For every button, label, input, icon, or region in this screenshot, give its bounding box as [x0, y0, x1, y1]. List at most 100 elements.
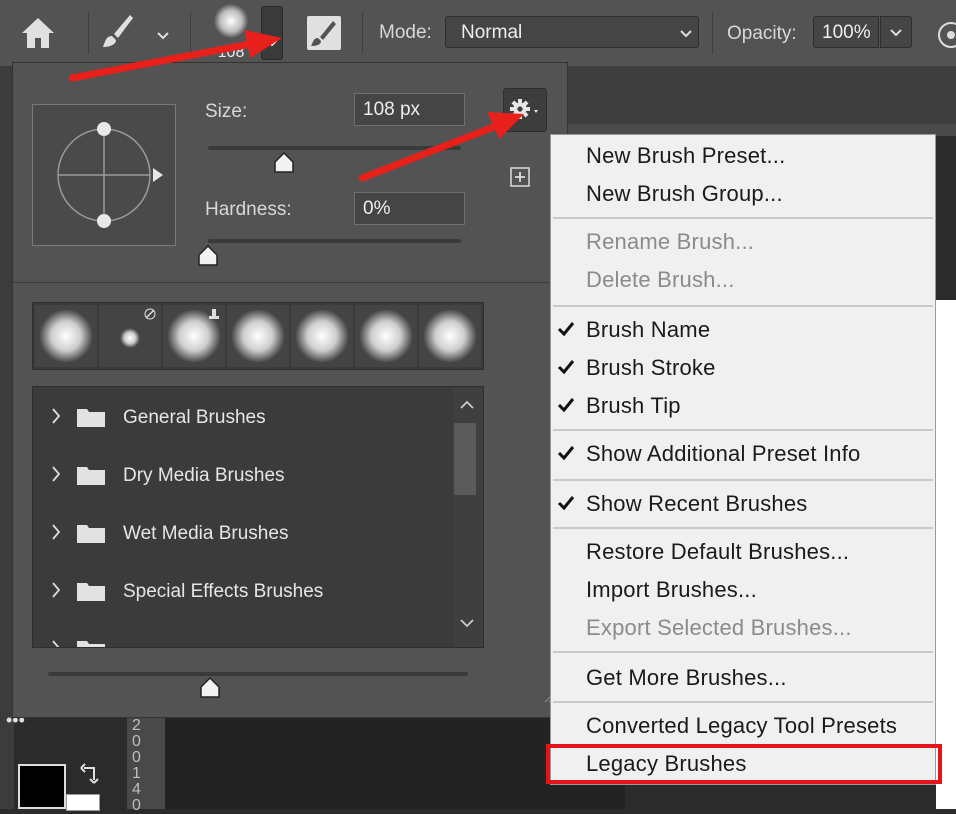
- brush-group-name: Dry Media Brushes: [123, 465, 285, 486]
- menu-item-brush-tip[interactable]: Brush Tip: [551, 387, 935, 425]
- home-icon[interactable]: [20, 16, 56, 50]
- pen-pressure-badge-icon: [144, 308, 156, 320]
- menu-item-restore-default-brushes[interactable]: Restore Default Brushes...: [551, 533, 935, 571]
- expand-chevron-icon[interactable]: [51, 407, 61, 425]
- brush-group-name: Special Effects Brushes: [123, 581, 324, 602]
- canvas[interactable]: [936, 300, 956, 809]
- recent-brush-slot[interactable]: [419, 305, 481, 367]
- left-ruler-numbers: 200140: [132, 717, 141, 814]
- swap-colors-icon[interactable]: [80, 762, 102, 784]
- brush-preset-list: General Brushes Dry Media Brushes Wet Me…: [32, 386, 484, 648]
- toolbar-divider: [190, 12, 191, 54]
- checkmark-icon: [557, 446, 575, 461]
- brush-preview-size: 108: [217, 44, 245, 61]
- menu-separator: [553, 479, 933, 481]
- menu-separator: [553, 701, 933, 703]
- chevron-down-icon: [266, 39, 278, 47]
- menu-item-new-brush-group[interactable]: New Brush Group...: [551, 175, 935, 213]
- menu-item-get-more-brushes[interactable]: Get More Brushes...: [551, 659, 935, 697]
- brush-tool-icon[interactable]: [100, 12, 136, 52]
- hardness-slider[interactable]: [208, 239, 461, 243]
- menu-item-show-recent-brushes[interactable]: Show Recent Brushes: [551, 485, 935, 523]
- folder-icon: [77, 409, 105, 427]
- recent-brush-slot[interactable]: [291, 305, 353, 367]
- size-slider[interactable]: [208, 146, 461, 150]
- brush-picker-settings-button[interactable]: [503, 88, 547, 132]
- brush-tip-shape-icon: [57, 122, 163, 228]
- brush-settings-panel-icon[interactable]: [306, 15, 342, 51]
- document-tab-bar: [568, 66, 956, 124]
- menu-item-export-selected-brushes: Export Selected Brushes...: [586, 615, 852, 640]
- hardness-slider-thumb[interactable]: [198, 245, 218, 267]
- list-scrollbar-thumb[interactable]: [454, 423, 476, 495]
- brush-group-name: Wet Media Brushes: [123, 523, 289, 544]
- folder-icon: [77, 583, 105, 601]
- pressure-opacity-icon[interactable]: [936, 20, 956, 50]
- expand-chevron-icon[interactable]: [51, 465, 61, 483]
- gear-icon: [510, 99, 538, 119]
- brush-group-row-partial[interactable]: [33, 619, 451, 648]
- scroll-up-icon[interactable]: [459, 399, 475, 411]
- opacity-dropdown-button[interactable]: [880, 16, 912, 48]
- hardness-label: Hardness:: [205, 199, 292, 220]
- foreground-color-swatch[interactable]: [18, 764, 66, 809]
- brush-preset-picker: Size: 108 px Hardness: 0% General Brushe…: [12, 62, 568, 718]
- mode-label: Mode:: [379, 22, 432, 43]
- picker-divider: [13, 282, 567, 283]
- new-preset-icon[interactable]: [510, 167, 530, 187]
- menu-item-brush-stroke[interactable]: Brush Stroke: [551, 349, 935, 387]
- stamp-badge-icon: [209, 309, 219, 319]
- brush-angle-roundness-preview[interactable]: [32, 104, 176, 246]
- opacity-input[interactable]: 100%: [813, 16, 879, 48]
- checkmark-icon: [557, 360, 575, 375]
- preview-size-slider[interactable]: [48, 672, 468, 676]
- size-label: Size:: [205, 101, 248, 122]
- size-slider-thumb[interactable]: [274, 152, 294, 174]
- expand-chevron-icon[interactable]: [51, 581, 61, 599]
- checkmark-icon: [557, 496, 575, 511]
- recent-brush-slot[interactable]: [35, 305, 97, 367]
- menu-item-delete-brush: Delete Brush...: [586, 267, 735, 292]
- menu-item-import-brushes[interactable]: Import Brushes...: [551, 571, 935, 609]
- hardness-input[interactable]: 0%: [354, 192, 465, 225]
- menu-item-converted-legacy-tool-presets[interactable]: Converted Legacy Tool Presets: [551, 707, 935, 745]
- toolbar-divider: [362, 12, 363, 54]
- brush-picker-toggle-button[interactable]: [261, 6, 283, 60]
- menu-item-brush-name[interactable]: Brush Name: [551, 311, 935, 349]
- menu-item-new-brush-preset[interactable]: New Brush Preset...: [551, 137, 935, 175]
- scroll-down-icon[interactable]: [459, 617, 475, 629]
- brush-group-row[interactable]: Special Effects Brushes: [33, 561, 451, 619]
- brush-group-row[interactable]: Dry Media Brushes: [33, 445, 451, 503]
- menu-separator: [553, 651, 933, 653]
- brush-group-row[interactable]: General Brushes: [33, 387, 451, 445]
- expand-chevron-icon[interactable]: [51, 639, 61, 648]
- blend-mode-select[interactable]: Normal: [445, 16, 699, 48]
- checkmark-icon: [557, 322, 575, 337]
- tool-preset-chevron-down-icon[interactable]: [155, 28, 171, 44]
- menu-separator: [553, 217, 933, 219]
- menu-separator: [553, 527, 933, 529]
- toolbar-divider: [712, 12, 713, 54]
- checkmark-icon: [557, 398, 575, 413]
- recent-brushes-strip: [32, 302, 484, 370]
- menu-item-show-additional-preset-info[interactable]: Show Additional Preset Info: [551, 435, 935, 473]
- legacy-brushes-highlight: [546, 744, 942, 784]
- menu-separator: [553, 305, 933, 307]
- recent-brush-slot[interactable]: [163, 305, 225, 367]
- options-bar: 108 Mode: Normal Opacity: 100%: [0, 0, 956, 66]
- brush-tip-preview[interactable]: [214, 4, 248, 38]
- brush-picker-flyout-menu: New Brush Preset... New Brush Group... R…: [550, 134, 936, 785]
- expand-chevron-icon[interactable]: [51, 523, 61, 541]
- background-color-swatch[interactable]: [66, 794, 100, 811]
- folder-icon: [77, 525, 105, 543]
- folder-icon: [77, 467, 105, 485]
- recent-brush-slot[interactable]: [227, 305, 289, 367]
- recent-brush-slot[interactable]: [99, 305, 161, 367]
- brush-group-row[interactable]: Wet Media Brushes: [33, 503, 451, 561]
- preview-size-slider-thumb[interactable]: [200, 677, 220, 699]
- toolbar-divider: [88, 12, 89, 54]
- recent-brush-slot[interactable]: [355, 305, 417, 367]
- blend-mode-value: Normal: [461, 22, 523, 43]
- brush-group-name: General Brushes: [123, 407, 266, 428]
- size-input[interactable]: 108 px: [354, 93, 465, 126]
